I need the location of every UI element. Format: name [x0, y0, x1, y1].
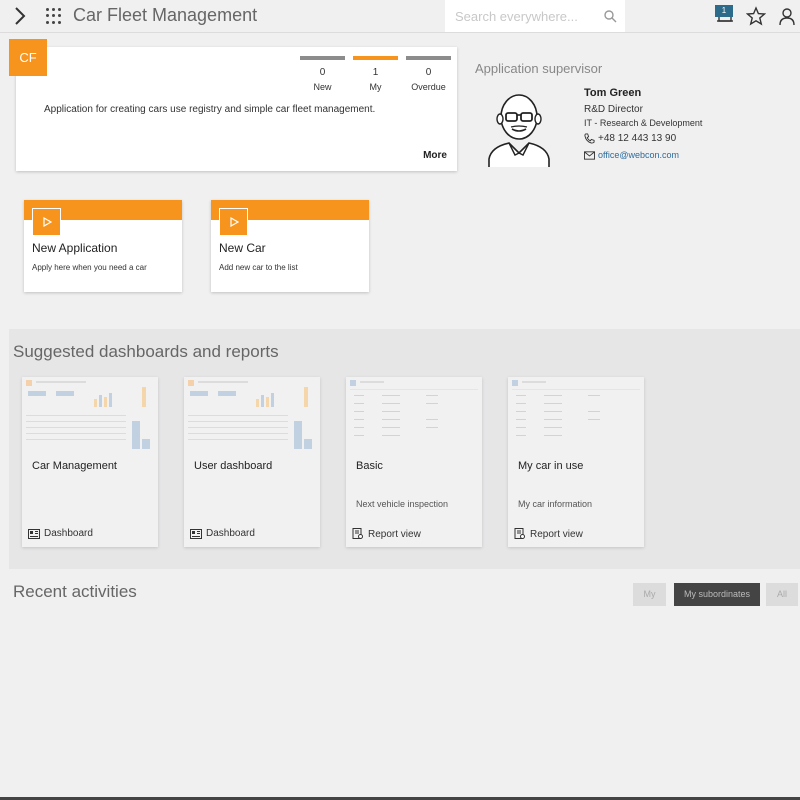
report-subtitle: My car information [518, 499, 593, 509]
app-title: Car Fleet Management [73, 5, 258, 25]
dashboard-thumbnail [26, 380, 150, 449]
search-icon[interactable] [603, 9, 617, 23]
dashboard-card-car-management[interactable]: Car Management Dashboard [22, 377, 158, 547]
counter-value: 0 [319, 67, 326, 78]
filter-my-button[interactable]: My [633, 583, 666, 606]
report-thumbnail [512, 380, 640, 436]
dashboard-footer-label: Dashboard [44, 528, 93, 539]
email-link[interactable]: office@webcon.com [598, 150, 679, 160]
app-badge: CF [9, 39, 47, 76]
report-card-basic[interactable]: Basic Next vehicle inspection Report vie… [346, 377, 482, 547]
counter-value: 0 [425, 67, 432, 78]
counter-label: My [369, 82, 382, 92]
action-title: New Application [32, 241, 118, 255]
app-info-card: 0 New 1 My 0 Overdue Application for cre… [16, 47, 457, 171]
filter-subordinates-button[interactable]: My subordinates [674, 583, 760, 606]
report-view-icon [352, 528, 363, 539]
suggested-title: Suggested dashboards and reports [13, 342, 279, 361]
report-footer: Report view [352, 528, 421, 540]
counters: 0 New 1 My 0 Overdue [296, 56, 455, 92]
recent-activities-title: Recent activities [13, 582, 137, 601]
action-subtitle: Apply here when you need a car [32, 263, 147, 272]
dashboard-icon [28, 528, 40, 539]
counter-overdue[interactable]: 0 Overdue [402, 56, 455, 92]
apps-grid-icon[interactable] [46, 8, 62, 24]
chevron-right-icon[interactable] [10, 6, 30, 26]
report-footer-label: Report view [368, 528, 421, 540]
dashboard-title: User dashboard [194, 460, 273, 472]
new-car-button[interactable]: New Car Add new car to the list [211, 200, 369, 292]
counter-new[interactable]: 0 New [296, 56, 349, 92]
report-card-my-car-in-use[interactable]: My car in use My car information Report … [508, 377, 644, 547]
report-footer-label: Report view [530, 528, 583, 540]
dashboard-thumbnail [188, 380, 312, 449]
dashboard-footer-label: Dashboard [206, 528, 255, 539]
report-title: Basic [356, 460, 383, 472]
search-input[interactable] [445, 0, 595, 32]
search-box[interactable] [445, 0, 625, 32]
action-title: New Car [219, 241, 266, 255]
report-subtitle: Next vehicle inspection [356, 499, 449, 509]
counter-value: 1 [372, 67, 379, 78]
phone-text: +48 12 443 13 90 [598, 133, 677, 144]
report-footer: Report view [514, 528, 583, 540]
supervisor-name: Tom Green [584, 87, 642, 99]
filter-all-button[interactable]: All [766, 583, 798, 606]
star-icon[interactable] [746, 6, 766, 26]
dashboard-icon [190, 528, 202, 539]
supervisor-email[interactable]: office@webcon.com [584, 150, 679, 160]
notification-badge: 1 [715, 5, 733, 17]
counter-label: New [313, 82, 332, 92]
supervisor-role: R&D Director [584, 104, 643, 115]
play-icon [219, 208, 248, 236]
report-thumbnail [350, 380, 478, 436]
supervisor-avatar [488, 94, 550, 167]
top-bar: Car Fleet Management 1 [0, 0, 800, 33]
user-icon[interactable] [777, 6, 797, 26]
supervisor-phone: +48 12 443 13 90 [584, 133, 676, 144]
dashboard-footer: Dashboard [28, 528, 93, 539]
play-icon [32, 208, 61, 236]
report-title: My car in use [518, 460, 584, 472]
dashboard-title: Car Management [32, 460, 117, 472]
new-application-button[interactable]: New Application Apply here when you need… [24, 200, 182, 292]
counter-my[interactable]: 1 My [349, 56, 402, 92]
mail-icon [584, 150, 595, 160]
supervisor-title: Application supervisor [475, 61, 603, 76]
dashboard-footer: Dashboard [190, 528, 255, 539]
report-view-icon [514, 528, 525, 539]
app-description: Application for creating cars use regist… [44, 104, 376, 115]
phone-icon [584, 133, 595, 144]
more-link[interactable]: More [423, 150, 447, 161]
action-subtitle: Add new car to the list [219, 263, 298, 272]
supervisor-department: IT - Research & Development [584, 118, 703, 128]
counter-label: Overdue [411, 82, 446, 92]
dashboard-card-user-dashboard[interactable]: User dashboard Dashboard [184, 377, 320, 547]
